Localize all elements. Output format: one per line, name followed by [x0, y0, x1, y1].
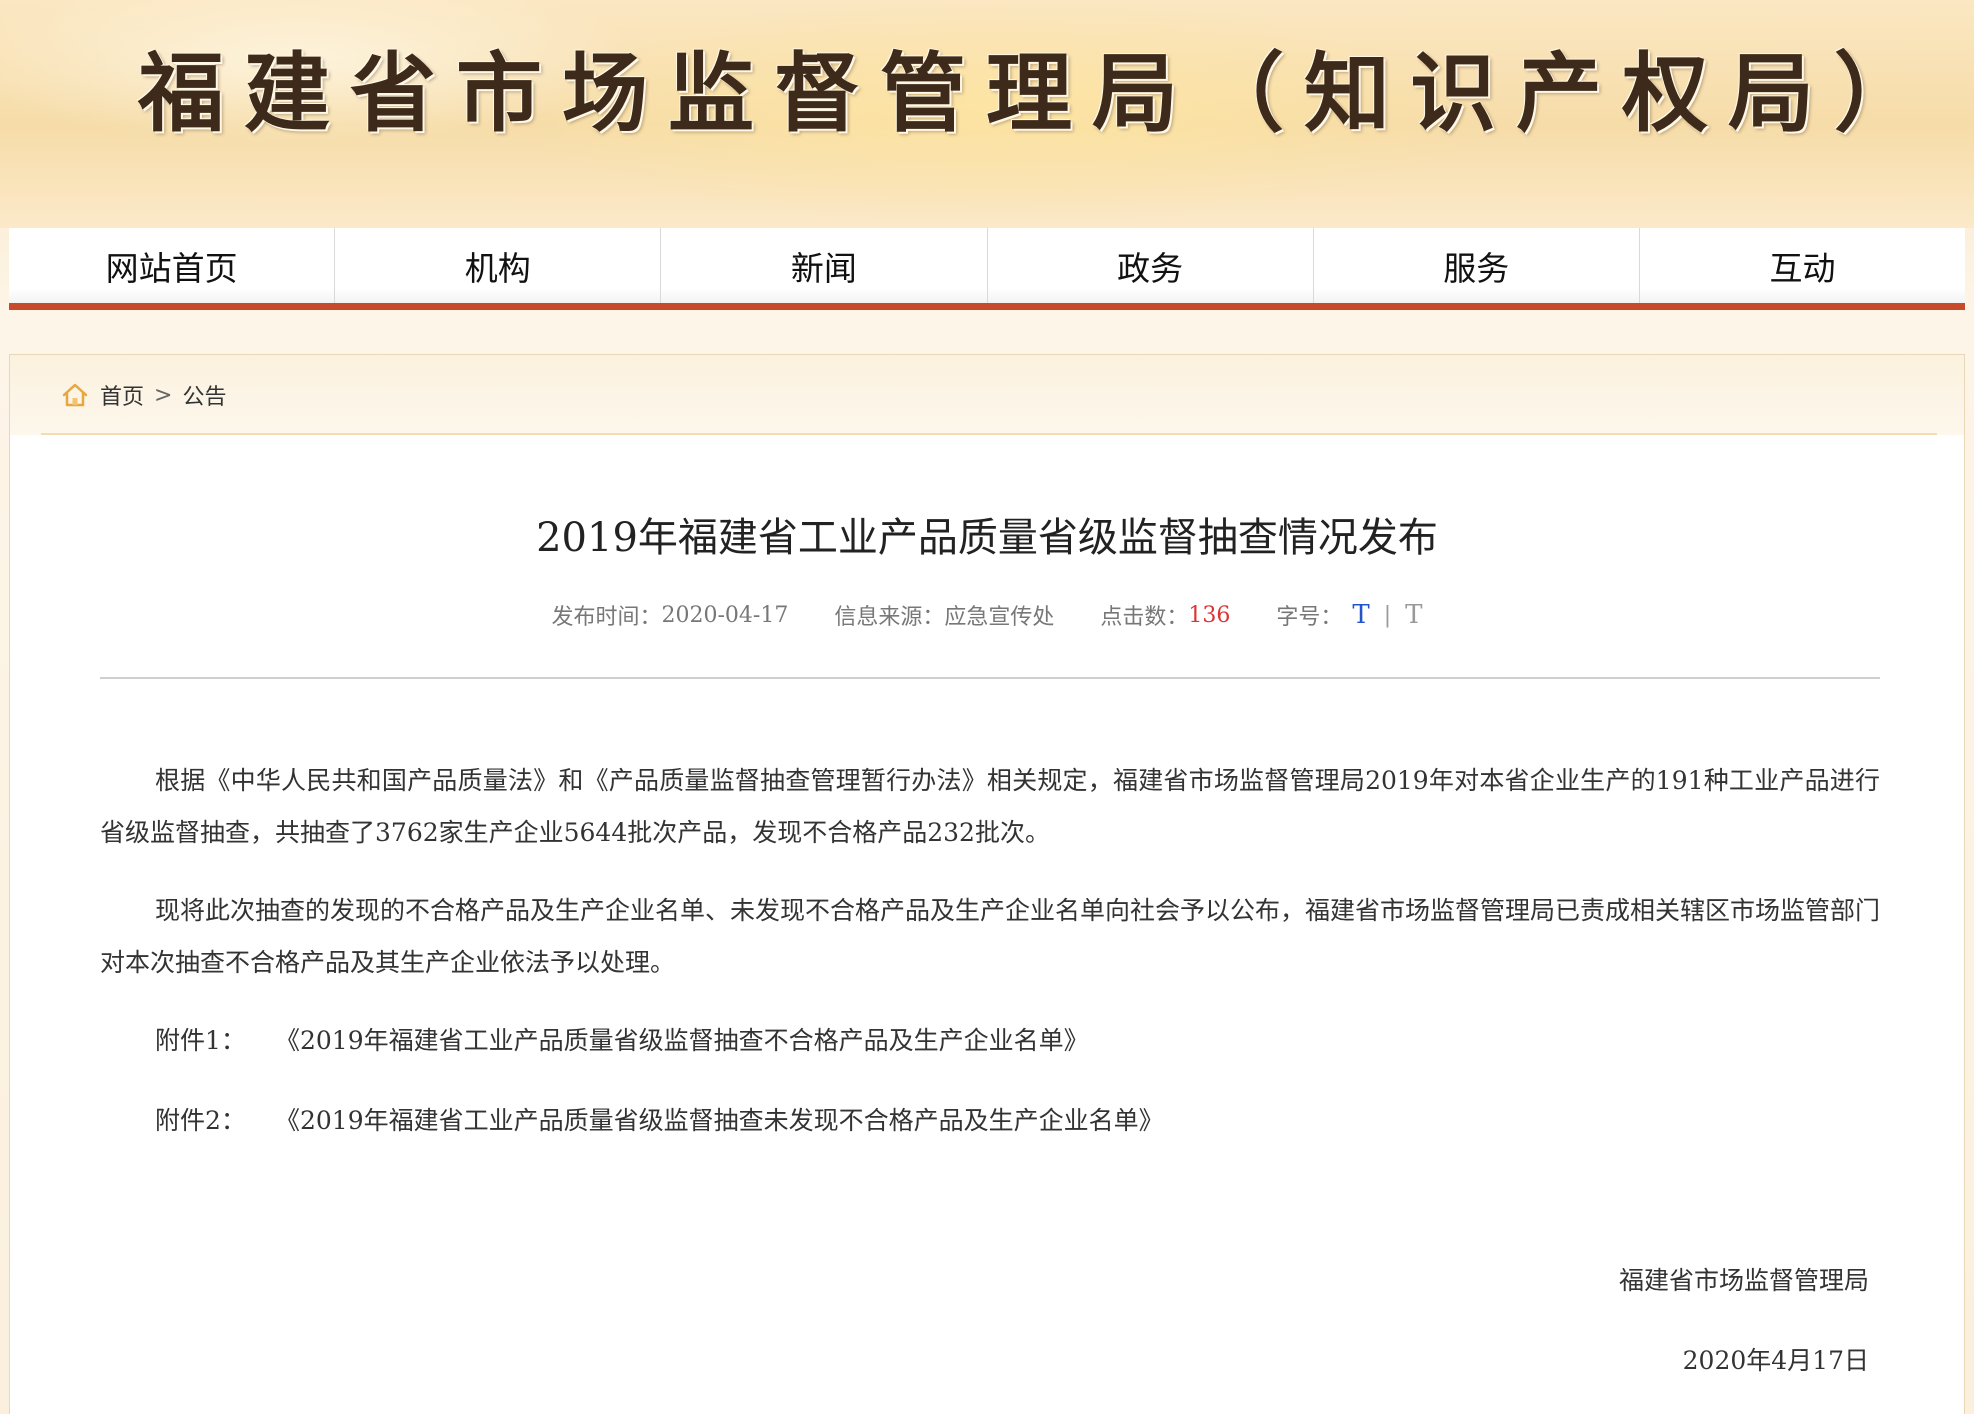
date-label: 发布时间： — [551, 605, 662, 630]
nav-item-interaction[interactable]: 互动 — [1639, 228, 1966, 303]
nav-item-organization[interactable]: 机构 — [335, 228, 662, 303]
nav-item-home[interactable]: 网站首页 — [9, 228, 336, 303]
attachment-item: 附件1： 《2019年福建省工业产品质量省级监督抽查不合格产品及生产企业名单》 — [100, 1015, 1880, 1067]
attachment-link[interactable]: 《2019年福建省工业产品质量省级监督抽查不合格产品及生产企业名单》 — [275, 1015, 1089, 1067]
breadcrumb-announcement[interactable]: 公告 — [182, 379, 226, 411]
font-size-separator: | — [1383, 602, 1392, 628]
site-title: 福建省市场监督管理局（知识产权局） — [138, 43, 1940, 144]
content-panel: 首页 > 公告 2019年福建省工业产品质量省级监督抽查情况发布 发布时间： 2… — [9, 354, 1965, 1414]
hits-count: 136 — [1188, 602, 1231, 628]
main-nav: 网站首页 机构 新闻 政务 服务 互动 — [9, 228, 1966, 310]
date-value: 2020-04-17 — [661, 602, 789, 628]
title-divider — [100, 677, 1880, 679]
article-paragraph: 现将此次抽查的发现的不合格产品及生产企业名单、未发现不合格产品及生产企业名单向社… — [100, 896, 1881, 977]
breadcrumb: 首页 > 公告 — [60, 375, 226, 415]
font-size-large-button[interactable]: T — [1352, 600, 1369, 630]
font-size-small-button[interactable]: T — [1405, 600, 1422, 630]
breadcrumb-bar — [10, 355, 1964, 435]
article-signature: 福建省市场监督管理局 2020年4月17日 — [1619, 1255, 1869, 1387]
breadcrumb-home[interactable]: 首页 — [100, 379, 144, 411]
source-value: 应急宣传处 — [944, 605, 1055, 630]
site-header-banner: 福建省市场监督管理局（知识产权局） — [0, 0, 1974, 228]
attachment-label: 附件2： — [155, 1106, 246, 1135]
breadcrumb-divider — [41, 433, 1937, 435]
font-size-label: 字号： — [1276, 605, 1343, 630]
hits-label: 点击数： — [1100, 605, 1189, 630]
article-meta: 发布时间： 2020-04-17 信息来源： 应急宣传处 点击数： 136 字号… — [10, 599, 1964, 631]
nav-item-services[interactable]: 服务 — [1313, 228, 1640, 303]
breadcrumb-separator: > — [154, 382, 173, 408]
article-paragraph: 根据《中华人民共和国产品质量法》和《产品质量监督抽查管理暂行办法》相关规定，福建… — [100, 766, 1880, 847]
source-label: 信息来源： — [834, 605, 945, 630]
signature-org: 福建省市场监督管理局 — [1618, 1266, 1869, 1295]
home-icon[interactable] — [60, 380, 90, 410]
nav-item-news[interactable]: 新闻 — [661, 228, 988, 303]
article-body: 根据《中华人民共和国产品质量法》和《产品质量监督抽查管理暂行办法》相关规定，福建… — [100, 755, 1880, 1175]
attachment-link[interactable]: 《2019年福建省工业产品质量省级监督抽查未发现不合格产品及生产企业名单》 — [275, 1095, 1164, 1147]
article-title: 2019年福建省工业产品质量省级监督抽查情况发布 — [536, 515, 1438, 561]
attachment-label: 附件1： — [155, 1026, 246, 1055]
nav-item-government-affairs[interactable]: 政务 — [987, 228, 1314, 303]
signature-date: 2020年4月17日 — [1682, 1346, 1869, 1375]
attachment-item: 附件2： 《2019年福建省工业产品质量省级监督抽查未发现不合格产品及生产企业名… — [100, 1095, 1880, 1147]
page: 福建省市场监督管理局（知识产权局） 网站首页 机构 新闻 政务 服务 互动 首页… — [0, 0, 1974, 1414]
